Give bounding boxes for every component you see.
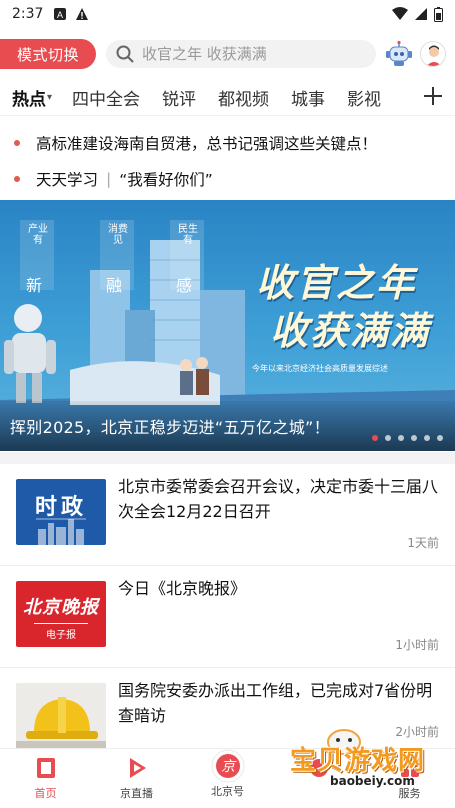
nav-label: 北京号 bbox=[211, 785, 244, 798]
skyline-icon bbox=[36, 518, 86, 545]
tab-label: 影视 bbox=[347, 90, 382, 110]
banner-tag-3-main: 感 bbox=[176, 276, 193, 295]
banner-subtitle: 今年以来北京经济社会高质量发展综述 bbox=[252, 364, 388, 373]
tab-label: 都视频 bbox=[218, 90, 270, 110]
banner-tag-1-top: 产业有 bbox=[28, 224, 48, 246]
news-item[interactable]: 北京晚报 电子报 今日《北京晚报》 1小时前 bbox=[0, 566, 455, 668]
banner-slogan-line2: 收获满满 bbox=[270, 309, 431, 353]
tab-film[interactable]: 影视 bbox=[325, 85, 381, 110]
tab-label: 锐评 bbox=[162, 90, 197, 110]
carousel-dot[interactable] bbox=[372, 435, 378, 441]
news-time: 1天前 bbox=[407, 536, 439, 550]
news-thumbnail bbox=[16, 683, 106, 749]
banner-caption: 挥别2025，北京正稳步迈进“五万亿之城”！ bbox=[10, 418, 330, 437]
news-time: 1小时前 bbox=[395, 638, 439, 652]
section-divider bbox=[0, 452, 455, 464]
user-avatar-icon[interactable] bbox=[420, 41, 446, 67]
headline-text: 高标准建设海南自贸港，总书记强调这些关键点！ bbox=[36, 135, 378, 153]
status-right-icons bbox=[392, 6, 443, 22]
home-icon bbox=[36, 758, 55, 778]
bullet-dot bbox=[14, 140, 20, 146]
bullet-dot bbox=[14, 176, 20, 182]
tab-label: 热点 bbox=[12, 90, 46, 110]
headline-text-part2: “我看好你们” bbox=[119, 171, 213, 189]
news-item[interactable]: 时政 北京市委常委会召开会议，决定市委十三届八次全会12月22日召开 1天前 bbox=[0, 464, 455, 566]
search-input[interactable] bbox=[142, 45, 362, 63]
banner-tag-1-main: 新 bbox=[26, 276, 43, 295]
nav-live[interactable]: 京直播 bbox=[91, 749, 182, 808]
carousel-dot[interactable] bbox=[385, 435, 391, 441]
tab-label: 四中全会 bbox=[72, 90, 141, 110]
hard-hat-icon bbox=[16, 683, 106, 749]
nav-home[interactable]: 首页 bbox=[0, 749, 91, 808]
warning-icon bbox=[76, 8, 89, 20]
battery-icon bbox=[434, 6, 443, 22]
banner-tag-3-top: 民生有 bbox=[178, 224, 198, 246]
headline-item[interactable]: 高标准建设海南自贸港，总书记强调这些关键点！ bbox=[0, 128, 455, 158]
channel-tabs: 热点 ▾ 四中全会 锐评 都视频 城事 影视 bbox=[0, 80, 455, 116]
carousel-dot[interactable] bbox=[398, 435, 404, 441]
nav-hidden-item[interactable] bbox=[273, 749, 364, 808]
robot-assistant-icon[interactable] bbox=[384, 39, 414, 69]
service-icon bbox=[400, 759, 419, 777]
svg-text:京: 京 bbox=[221, 759, 237, 775]
tab-plenary[interactable]: 四中全会 bbox=[52, 85, 140, 110]
search-icon bbox=[116, 45, 134, 63]
tab-video[interactable]: 都视频 bbox=[196, 85, 269, 110]
nav-label: 京直播 bbox=[120, 787, 153, 800]
search-bar[interactable] bbox=[106, 40, 376, 68]
headline-item[interactable]: 天天学习 | “我看好你们” bbox=[0, 164, 455, 194]
signal-icon bbox=[415, 8, 427, 20]
wifi-icon bbox=[392, 7, 408, 20]
nav-label: 服务 bbox=[398, 787, 421, 800]
nav-beijing-account[interactable]: 京 北京号 bbox=[182, 749, 273, 808]
live-play-icon bbox=[129, 758, 146, 778]
headline-separator: | bbox=[106, 170, 112, 188]
status-bar: 2:37 A bbox=[0, 0, 455, 28]
news-thumbnail: 时政 bbox=[16, 479, 106, 545]
beijing-account-icon: 京 bbox=[211, 749, 244, 783]
tab-commentary[interactable]: 锐评 bbox=[140, 85, 196, 110]
news-title: 今日《北京晚报》 bbox=[118, 579, 247, 598]
bottom-navigation: 首页 京直播 京 北京号 服务 bbox=[0, 748, 455, 808]
nav-label: 首页 bbox=[34, 787, 57, 800]
top-header: 模式切换 bbox=[0, 34, 455, 74]
news-thumbnail: 北京晚报 电子报 bbox=[16, 581, 106, 647]
nav-service[interactable]: 服务 bbox=[364, 749, 455, 808]
headline-list: 高标准建设海南自贸港，总书记强调这些关键点！ 天天学习 | “我看好你们” bbox=[0, 128, 455, 194]
hero-banner[interactable]: 产业有 新 消费见 融 民生有 感 收官之年 收获满满 今年以来北京经济社会高质… bbox=[0, 200, 455, 451]
headline-text-part1: 天天学习 bbox=[36, 171, 99, 189]
news-title: 北京市委常委会召开会议，决定市委十三届八次全会12月22日召开 bbox=[118, 477, 439, 521]
thumbnail-sublabel: 电子报 bbox=[46, 630, 76, 641]
carousel-dot[interactable] bbox=[424, 435, 430, 441]
add-channel-icon[interactable] bbox=[421, 84, 445, 108]
carousel-dot[interactable] bbox=[437, 435, 443, 441]
carousel-dot[interactable] bbox=[411, 435, 417, 441]
banner-slogan-line1: 收官之年 bbox=[256, 261, 417, 305]
tab-hot[interactable]: 热点 ▾ bbox=[0, 85, 52, 110]
news-time: 2小时前 bbox=[395, 725, 439, 739]
banner-tag-2-main: 融 bbox=[106, 276, 123, 295]
sim-a-icon: A bbox=[54, 8, 67, 20]
banner-caption-bar: 挥别2025，北京正稳步迈进“五万亿之城”！ bbox=[0, 401, 455, 451]
mode-switch-button[interactable]: 模式切换 bbox=[0, 39, 96, 69]
status-time: 2:37 bbox=[12, 6, 44, 22]
tab-city[interactable]: 城事 bbox=[269, 85, 325, 110]
partially-hidden-icon bbox=[309, 759, 328, 777]
tab-label: 城事 bbox=[291, 90, 326, 110]
carousel-indicator[interactable] bbox=[372, 435, 443, 441]
svg-text:A: A bbox=[57, 10, 63, 20]
thumbnail-label: 北京晚报 bbox=[23, 597, 99, 618]
banner-tag-2-top: 消费见 bbox=[108, 224, 128, 246]
news-title: 国务院安委办派出工作组，已完成对7省份明查暗访 bbox=[118, 681, 433, 725]
